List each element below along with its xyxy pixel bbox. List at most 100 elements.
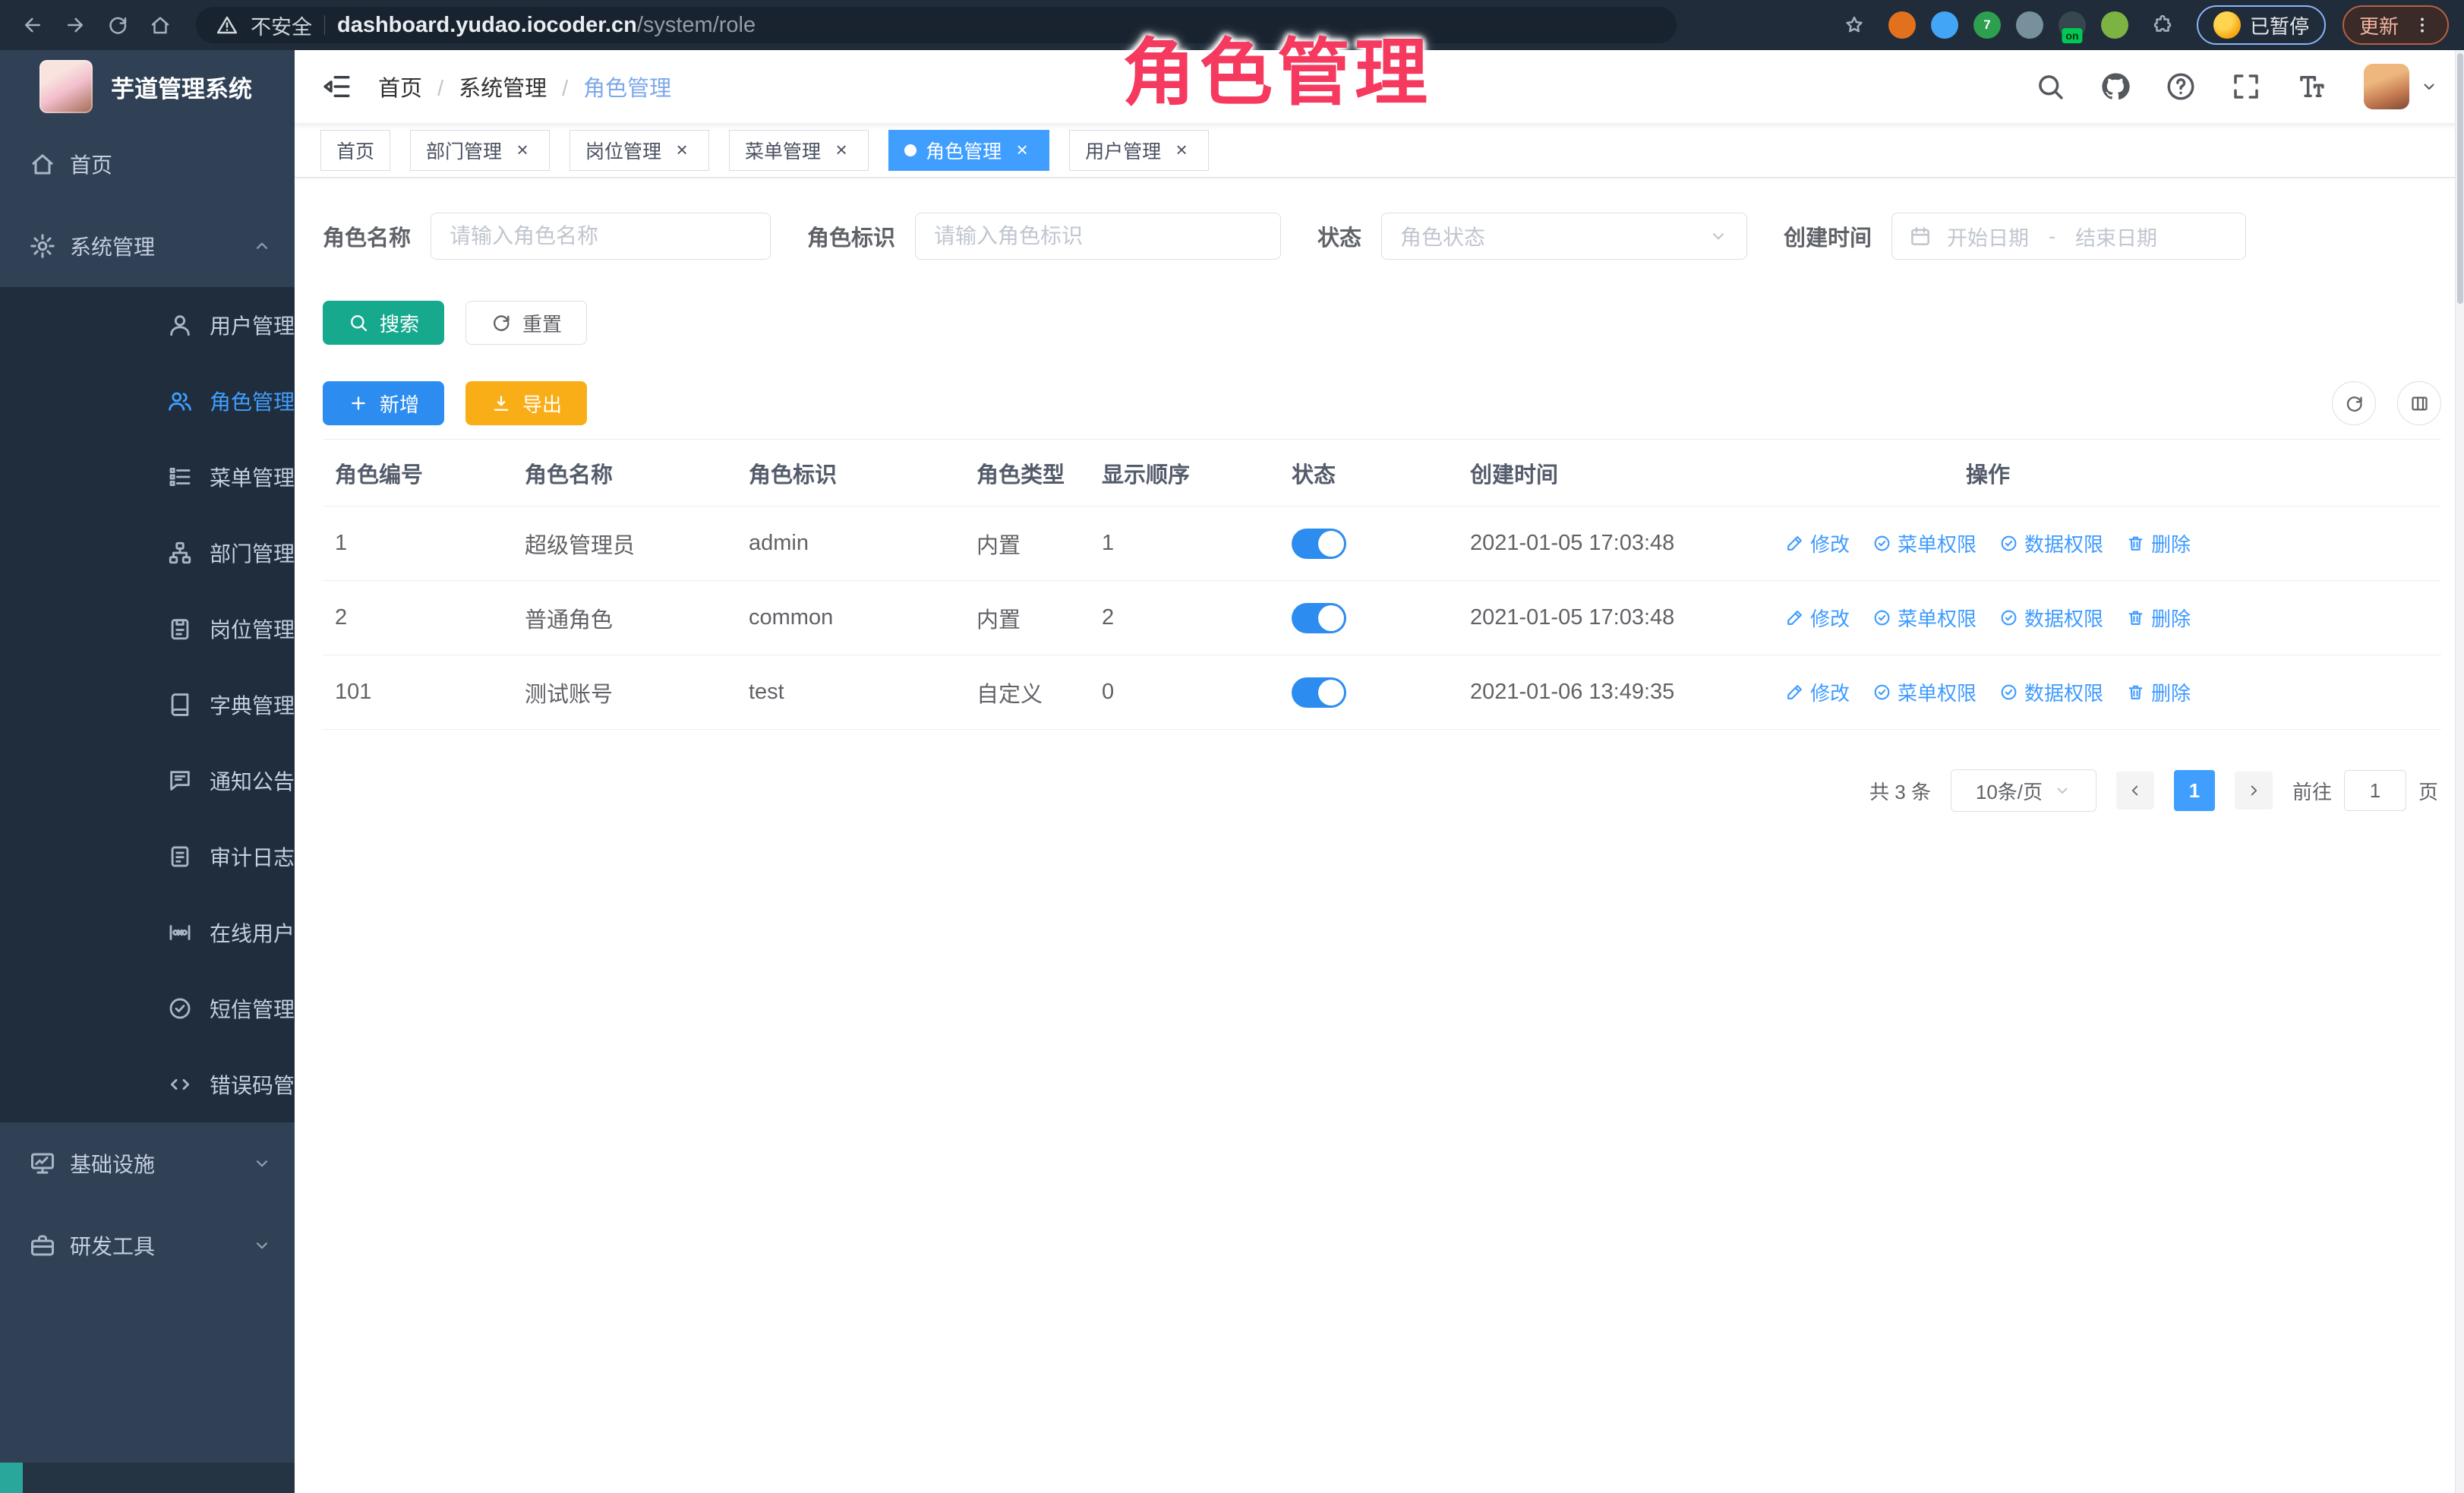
kebab-menu-icon[interactable] [2412,15,2432,35]
reset-button[interactable]: 重置 [465,301,587,345]
font-size-button[interactable] [2295,71,2327,103]
action-delete[interactable]: 删除 [2126,678,2191,706]
sidebar-item[interactable]: 用户管理 [0,287,295,363]
breadcrumb-item[interactable]: 首页 [378,71,459,103]
extension-icon[interactable]: on [2059,11,2086,39]
action-edit[interactable]: 修改 [1785,678,1850,706]
sidebar-logo-row[interactable]: 芋道管理系统 [0,50,295,123]
pagination: 共 3 条 10条/页 1 前往 页 [323,769,2441,812]
sidebar-fold-button[interactable] [320,71,352,103]
action-data-permission[interactable]: 数据权限 [1999,529,2103,557]
goto-page-input[interactable] [2344,770,2406,811]
sidebar-item[interactable]: 系统管理 [0,205,295,287]
breadcrumb-item[interactable]: 系统管理 [459,71,583,103]
cell-actions: 修改 菜单权限 数据权限 删除 [1781,604,2441,632]
action-edit[interactable]: 修改 [1785,604,1850,632]
sidebar-item[interactable]: 错误码管理 [0,1046,295,1122]
sidebar-item[interactable]: 首页 [0,123,295,205]
extension-icon[interactable] [1931,11,1958,39]
url-divider [324,15,325,35]
table-body: 1 超级管理员 admin 内置 1 2021-01-05 17:03:48 修… [323,507,2441,730]
prev-page-button[interactable] [2116,772,2154,810]
sidebar-item[interactable]: 在线用户 [0,895,295,971]
avatar-caret-icon[interactable] [2420,77,2438,96]
home-icon [149,14,172,36]
page-tab[interactable]: 首页 [320,130,390,171]
action-menu-permission[interactable]: 菜单权限 [1872,678,1977,706]
sidebar-item-icon [167,464,193,490]
sidebar-item[interactable]: 研发工具 [0,1204,295,1286]
export-button[interactable]: 导出 [465,381,587,425]
action-menu-permission[interactable]: 菜单权限 [1872,529,1977,557]
action-edit[interactable]: 修改 [1785,529,1850,557]
date-range-picker[interactable]: 开始日期 - 结束日期 [1891,213,2246,260]
page-number-current[interactable]: 1 [2174,770,2215,811]
sidebar-item[interactable]: 部门管理 [0,515,295,591]
browser-home-button[interactable] [143,8,178,43]
browser-reload-button[interactable] [100,8,135,43]
action-data-permission[interactable]: 数据权限 [1999,604,2103,632]
page-tab[interactable]: 部门管理 [410,130,550,171]
address-bar[interactable]: 不安全 dashboard.yudao.iocoder.cn/system/ro… [196,7,1677,43]
tab-close-icon[interactable] [670,139,693,162]
search-button[interactable] [2034,71,2066,103]
filter-bar: 角色名称 角色标识 状态 角色状态 创建时间 [323,213,2441,260]
user-avatar[interactable] [2364,64,2409,109]
role-key-input[interactable] [915,213,1281,260]
profile-emoji-icon [2213,11,2241,39]
next-page-button[interactable] [2235,772,2273,810]
page-tab[interactable]: 用户管理 [1069,130,1209,171]
extension-icon[interactable]: 7 [1973,11,2001,39]
sidebar-item[interactable]: 短信管理 [0,971,295,1046]
browser-forward-button[interactable] [58,8,93,43]
extension-icon[interactable] [2101,11,2128,39]
sidebar-item-icon [29,232,56,260]
tab-close-icon[interactable] [830,139,853,162]
scrollbar-thumb[interactable] [2457,53,2463,304]
tab-close-icon[interactable] [511,139,534,162]
sidebar-item[interactable]: 通知公告 [0,743,295,819]
page-size-select[interactable]: 10条/页 [1951,769,2096,812]
status-toggle[interactable] [1292,529,1346,559]
action-data-permission[interactable]: 数据权限 [1999,678,2103,706]
page-tab[interactable]: 角色管理 [888,130,1049,171]
search-submit-button[interactable]: 搜索 [323,301,444,345]
end-date-placeholder: 结束日期 [2075,222,2157,251]
table-header-cell: 操作 [1781,457,2441,489]
tab-label: 用户管理 [1085,137,1161,164]
tab-close-icon[interactable] [1011,139,1033,162]
refresh-table-button[interactable] [2332,381,2376,425]
sidebar-item[interactable]: 基础设施 [0,1122,295,1204]
profile-paused-pill[interactable]: 已暂停 [2197,5,2326,45]
status-toggle[interactable] [1292,603,1346,633]
extension-icon[interactable] [2016,11,2043,39]
browser-update-button[interactable]: 更新 [2343,5,2449,45]
sidebar-item[interactable]: 字典管理 [0,667,295,743]
bookmark-star-button[interactable] [1837,8,1872,43]
sidebar-item[interactable]: 岗位管理 [0,591,295,667]
cell-sort: 2 [1090,605,1279,630]
extensions-puzzle-button[interactable] [2145,8,2180,43]
page-tab[interactable]: 菜单管理 [729,130,869,171]
breadcrumb-item[interactable]: 角色管理 [583,71,671,103]
sidebar-item[interactable]: 审计日志 [0,819,295,895]
sidebar-item[interactable]: 角色管理 [0,363,295,439]
browser-back-button[interactable] [15,8,50,43]
sidebar-item-icon [167,692,193,718]
tab-close-icon[interactable] [1170,139,1193,162]
sidebar-item[interactable]: 菜单管理 [0,439,295,515]
status-toggle[interactable] [1292,677,1346,708]
page-scrollbar[interactable] [2455,50,2464,1493]
action-delete[interactable]: 删除 [2126,529,2191,557]
extension-icon[interactable] [1888,11,1916,39]
fullscreen-button[interactable] [2230,71,2262,103]
add-button[interactable]: 新增 [323,381,444,425]
action-delete[interactable]: 删除 [2126,604,2191,632]
github-icon[interactable] [2100,71,2131,103]
column-settings-button[interactable] [2397,381,2441,425]
help-button[interactable] [2165,71,2197,103]
page-tab[interactable]: 岗位管理 [569,130,709,171]
status-select[interactable]: 角色状态 [1381,213,1747,260]
role-name-input[interactable] [431,213,771,260]
action-menu-permission[interactable]: 菜单权限 [1872,604,1977,632]
